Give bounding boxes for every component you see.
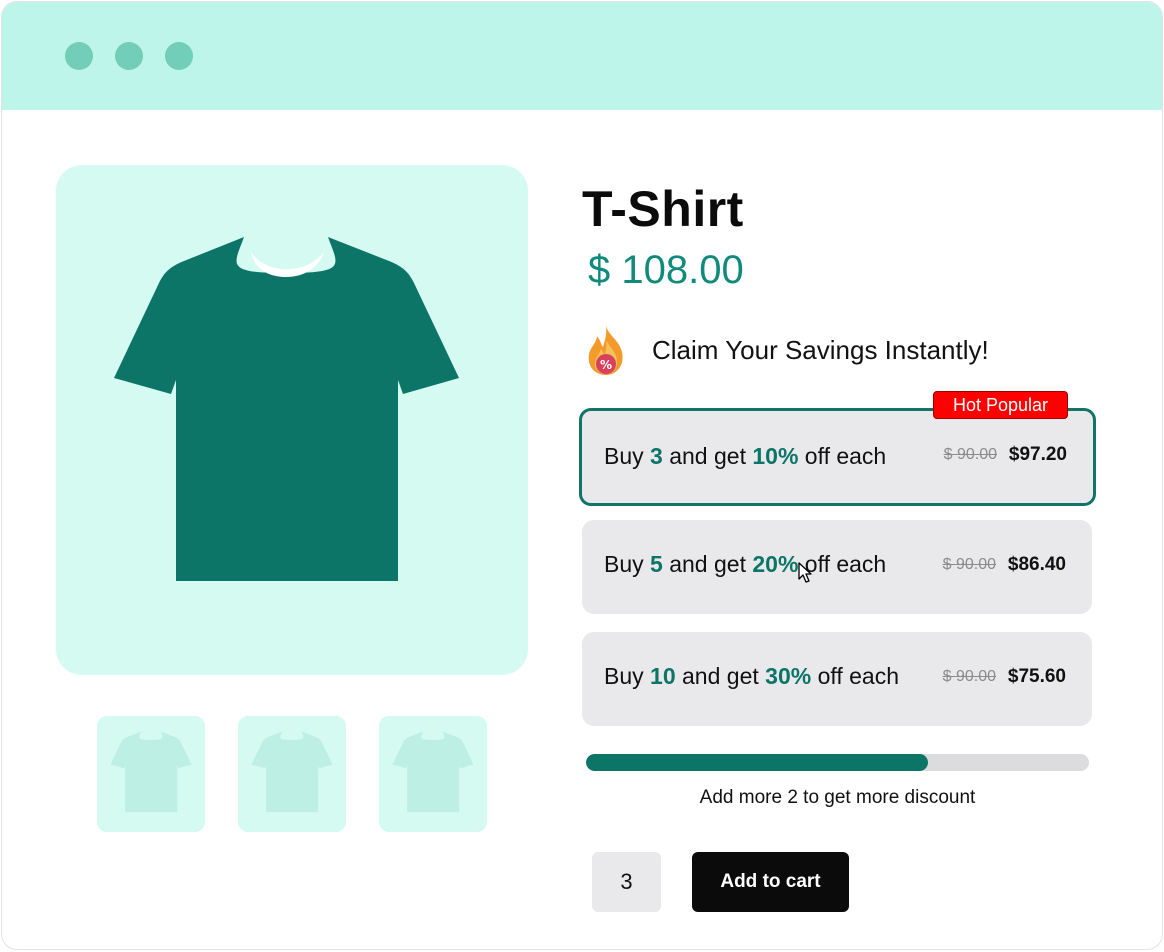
bundle-offer-option[interactable]: Buy 3 and get 10% off each $ 90.00 $97.2…	[579, 408, 1096, 506]
offer-discounted-price: $97.20	[1008, 444, 1067, 465]
offer-original-price: $ 90.00	[943, 446, 997, 463]
discount-progress-bar	[586, 754, 1089, 771]
offer-quantity: 5	[650, 551, 663, 577]
mouse-pointer-icon	[798, 562, 812, 583]
tshirt-icon	[110, 731, 192, 813]
minimize-dot[interactable]	[115, 42, 143, 70]
offer-quantity: 10	[650, 663, 676, 689]
maximize-dot[interactable]	[165, 42, 193, 70]
offer-discount: 10%	[752, 443, 799, 469]
product-thumbnail[interactable]	[97, 716, 205, 832]
offer-description: Buy 10 and get 30% off each	[604, 663, 900, 689]
offer-discount: 20%	[752, 551, 799, 577]
product-thumbnail[interactable]	[238, 716, 346, 832]
hot-popular-badge: Hot Popular	[933, 391, 1068, 419]
product-title: T-Shirt	[582, 181, 744, 237]
progress-hint-text: Add more 2 to get more discount	[699, 787, 976, 808]
offer-quantity: 3	[650, 443, 663, 469]
close-dot[interactable]	[65, 42, 93, 70]
product-thumbnail[interactable]	[379, 716, 487, 832]
bundle-offer-option[interactable]: Buy 10 and get 30% off each $ 90.00 $75.…	[582, 632, 1092, 726]
offer-description: Buy 3 and get 10% off each	[604, 443, 887, 469]
add-to-cart-button[interactable]: Add to cart	[692, 852, 849, 912]
bundle-offer-option[interactable]: Buy 5 and get 20% off each $ 90.00 $86.4…	[582, 520, 1092, 614]
offer-original-price: $ 90.00	[942, 556, 996, 573]
offer-discounted-price: $86.40	[1007, 554, 1066, 575]
progress-fill	[586, 754, 929, 771]
product-main-image	[56, 165, 528, 675]
tshirt-icon	[392, 731, 474, 813]
offer-description: Buy 5 and get 20% off each	[604, 551, 887, 577]
offer-original-price: $ 90.00	[942, 668, 996, 685]
product-price: $ 108.00	[588, 248, 744, 292]
window-titlebar	[2, 2, 1162, 110]
offer-discount: 30%	[765, 663, 812, 689]
svg-text:%: %	[600, 358, 612, 372]
promo-headline: Claim Your Savings Instantly!	[652, 335, 989, 365]
fire-percent-icon: %	[588, 326, 623, 375]
offer-discounted-price: $75.60	[1007, 666, 1066, 687]
tshirt-icon	[251, 731, 333, 813]
quantity-input[interactable]: 3	[592, 852, 661, 912]
tshirt-icon	[114, 237, 459, 581]
